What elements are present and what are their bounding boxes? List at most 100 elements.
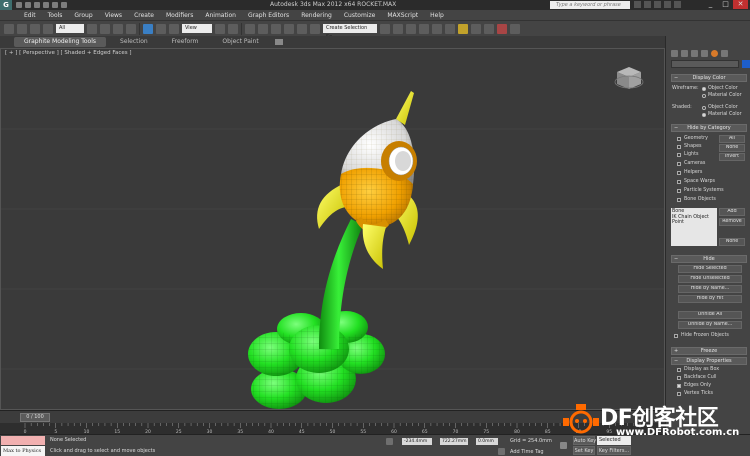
category-all-button[interactable]: All bbox=[719, 135, 745, 143]
search-input[interactable]: Type a keyword or phrase bbox=[550, 1, 630, 9]
open-file-icon[interactable] bbox=[25, 2, 31, 8]
particle-systems-checkbox[interactable] bbox=[677, 189, 681, 193]
category-invert-button[interactable]: Invert bbox=[719, 153, 745, 161]
perspective-viewport[interactable]: [ + ] [ Perspective ] [ Shaded + Edged F… bbox=[0, 48, 665, 410]
help-icon[interactable] bbox=[674, 1, 681, 8]
add-time-tag[interactable]: Add Time Tag bbox=[510, 449, 544, 455]
rollout-display-color[interactable]: − Display Color bbox=[671, 74, 747, 82]
window-crossing-icon[interactable] bbox=[126, 23, 136, 34]
hierarchy-tab-icon[interactable] bbox=[691, 49, 698, 57]
list-item[interactable]: Point bbox=[672, 220, 716, 226]
menu-views[interactable]: Views bbox=[105, 12, 122, 19]
display-tab-icon[interactable] bbox=[711, 49, 718, 57]
time-tag-icon[interactable] bbox=[498, 448, 505, 455]
hide-by-hit-button[interactable]: Hide by Hit bbox=[678, 295, 742, 303]
cameras-checkbox[interactable] bbox=[677, 162, 681, 166]
render-setup-icon[interactable] bbox=[471, 23, 481, 34]
layer-manager-icon[interactable] bbox=[406, 23, 416, 34]
hide-unselected-button[interactable]: Hide Unselected bbox=[678, 275, 742, 283]
maximize-button[interactable]: □ bbox=[718, 0, 733, 9]
menu-create[interactable]: Create bbox=[134, 12, 154, 19]
category-list-none-button[interactable]: None bbox=[719, 238, 745, 246]
lights-checkbox[interactable] bbox=[677, 153, 681, 157]
snaps-toggle-icon[interactable] bbox=[258, 23, 268, 34]
y-coordinate-field[interactable]: 722.27mm bbox=[440, 438, 468, 445]
backface-cull-checkbox[interactable] bbox=[677, 376, 681, 380]
menu-tools[interactable]: Tools bbox=[48, 12, 63, 19]
undo-icon[interactable] bbox=[4, 23, 14, 34]
edit-named-selection-icon[interactable] bbox=[310, 23, 320, 34]
exhaust-smoke[interactable] bbox=[246, 304, 386, 410]
bone-objects-checkbox[interactable] bbox=[677, 198, 681, 202]
shaded-object-color-radio[interactable] bbox=[702, 106, 706, 110]
hide-selected-button[interactable]: Hide Selected bbox=[678, 265, 742, 273]
render-production-icon[interactable] bbox=[497, 23, 507, 34]
menu-customize[interactable]: Customize bbox=[344, 12, 376, 19]
time-slider-thumb[interactable]: 0 / 100 bbox=[20, 413, 50, 422]
mirror-icon[interactable] bbox=[380, 23, 390, 34]
menu-animation[interactable]: Animation bbox=[205, 12, 236, 19]
app-logo-button[interactable]: G bbox=[0, 0, 12, 10]
rect-selection-icon[interactable] bbox=[113, 23, 123, 34]
rollout-hide[interactable]: − Hide bbox=[671, 255, 747, 263]
subscription-icon[interactable] bbox=[644, 1, 651, 8]
unlink-icon[interactable] bbox=[43, 23, 53, 34]
x-coordinate-field[interactable]: -234.4mm bbox=[402, 438, 432, 445]
tab-selection[interactable]: Selection bbox=[110, 37, 158, 47]
tab-object-paint[interactable]: Object Paint bbox=[212, 37, 268, 47]
edges-only-checkbox[interactable] bbox=[677, 384, 681, 388]
tab-graphite-modeling-tools[interactable]: Graphite Modeling Tools bbox=[14, 37, 107, 47]
named-selection-dropdown[interactable]: Create Selection Se bbox=[323, 24, 377, 40]
modify-tab-icon[interactable] bbox=[681, 49, 688, 57]
rendered-frame-icon[interactable] bbox=[484, 23, 494, 34]
reference-coord-dropdown[interactable]: View bbox=[182, 24, 212, 33]
menu-rendering[interactable]: Rendering bbox=[301, 12, 332, 19]
menu-modifiers[interactable]: Modifiers bbox=[166, 12, 193, 19]
wireframe-object-color-radio[interactable] bbox=[702, 87, 706, 91]
rollout-freeze[interactable]: + Freeze bbox=[671, 347, 747, 355]
manipulate-icon[interactable] bbox=[228, 23, 238, 34]
object-color-swatch[interactable] bbox=[742, 60, 750, 68]
shaded-material-color-radio[interactable] bbox=[702, 113, 706, 117]
rollout-hide-by-category[interactable]: − Hide by Category bbox=[671, 124, 747, 132]
hide-frozen-checkbox[interactable] bbox=[674, 334, 678, 338]
redo-icon[interactable] bbox=[17, 23, 27, 34]
space-warps-checkbox[interactable] bbox=[677, 180, 681, 184]
curve-editor-icon[interactable] bbox=[432, 23, 442, 34]
menu-help[interactable]: Help bbox=[430, 12, 444, 19]
tab-freeform[interactable]: Freeform bbox=[162, 37, 209, 47]
display-as-box-checkbox[interactable] bbox=[677, 368, 681, 372]
shapes-checkbox[interactable] bbox=[677, 145, 681, 149]
rollout-display-properties[interactable]: − Display Properties bbox=[671, 357, 747, 365]
selection-filter-dropdown[interactable]: All bbox=[56, 24, 84, 33]
menu-group[interactable]: Group bbox=[74, 12, 92, 19]
save-file-icon[interactable] bbox=[34, 2, 40, 8]
keyboard-shortcut-icon[interactable] bbox=[245, 23, 255, 34]
helpers-checkbox[interactable] bbox=[677, 171, 681, 175]
category-none-button[interactable]: None bbox=[719, 144, 745, 152]
select-by-name-icon[interactable] bbox=[100, 23, 110, 34]
ribbon-options-icon[interactable] bbox=[274, 39, 283, 45]
minimize-button[interactable]: _ bbox=[703, 0, 718, 9]
star-icon[interactable] bbox=[664, 1, 671, 8]
create-tab-icon[interactable] bbox=[671, 49, 678, 57]
undo-icon[interactable] bbox=[43, 2, 49, 8]
communication-icon[interactable] bbox=[654, 1, 661, 8]
material-editor-icon[interactable] bbox=[458, 23, 468, 34]
redo-icon[interactable] bbox=[52, 2, 58, 8]
spinner-snap-icon[interactable] bbox=[297, 23, 307, 34]
close-button[interactable]: ✕ bbox=[733, 0, 748, 9]
z-coordinate-field[interactable]: 0.0mm bbox=[476, 438, 498, 445]
unhide-all-button[interactable]: Unhide All bbox=[678, 311, 742, 319]
menu-edit[interactable]: Edit bbox=[24, 12, 36, 19]
maxscript-listener-box[interactable] bbox=[1, 436, 45, 445]
rocket-fin-front[interactable] bbox=[362, 224, 386, 269]
angle-snap-icon[interactable] bbox=[271, 23, 281, 34]
select-move-icon[interactable] bbox=[143, 23, 153, 34]
render-iterative-icon[interactable] bbox=[510, 23, 520, 34]
select-scale-icon[interactable] bbox=[169, 23, 179, 34]
maxscript-mini-listener[interactable]: Max to Physics bbox=[1, 446, 45, 456]
schematic-view-icon[interactable] bbox=[445, 23, 455, 34]
utilities-tab-icon[interactable] bbox=[721, 49, 728, 57]
category-listbox[interactable]: Bone IK Chain Object Point bbox=[671, 208, 717, 246]
